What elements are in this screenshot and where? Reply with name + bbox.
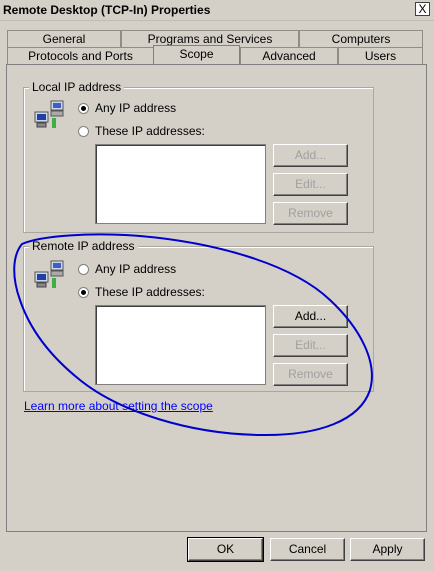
tab-label: Protocols and Ports xyxy=(28,49,133,63)
title-bar: Remote Desktop (TCP-In) Properties X xyxy=(0,0,434,21)
ok-button[interactable]: OK xyxy=(187,537,264,562)
local-ip-list[interactable] xyxy=(95,144,266,224)
tab-label: Scope xyxy=(179,47,214,61)
tab-computers[interactable]: Computers xyxy=(299,30,423,47)
remote-these-ip-option[interactable]: These IP addresses: xyxy=(78,285,205,299)
local-these-ip-label: These IP addresses: xyxy=(95,124,205,138)
local-any-ip-label: Any IP address xyxy=(95,101,177,115)
local-ip-legend: Local IP address xyxy=(29,80,125,94)
tab-label: General xyxy=(42,32,86,46)
local-any-ip-radio[interactable] xyxy=(78,102,89,114)
remote-remove-button[interactable]: Remove xyxy=(273,363,348,386)
tab-label: Computers xyxy=(331,32,391,46)
local-these-ip-option[interactable]: These IP addresses: xyxy=(78,124,205,138)
tab-users[interactable]: Users xyxy=(338,47,423,64)
remote-any-ip-label: Any IP address xyxy=(95,262,177,276)
remote-any-ip-radio[interactable] xyxy=(78,263,89,275)
remote-these-ip-radio[interactable] xyxy=(78,286,89,298)
local-remove-button[interactable]: Remove xyxy=(273,202,348,225)
network-computers-icon xyxy=(34,260,64,288)
tab-label: Programs and Services xyxy=(147,32,273,46)
close-icon: X xyxy=(418,2,427,16)
network-computers-icon xyxy=(34,100,64,128)
local-any-ip-option[interactable]: Any IP address xyxy=(78,101,176,115)
cancel-button[interactable]: Cancel xyxy=(270,538,345,561)
remote-edit-button[interactable]: Edit... xyxy=(273,334,348,357)
tab-protocols-and-ports[interactable]: Protocols and Ports xyxy=(7,47,154,64)
tab-label: Users xyxy=(364,49,397,63)
local-these-ip-radio[interactable] xyxy=(78,125,89,137)
remote-any-ip-option[interactable]: Any IP address xyxy=(78,262,176,276)
local-edit-button[interactable]: Edit... xyxy=(273,173,348,196)
tab-general[interactable]: General xyxy=(7,30,121,47)
remote-add-button[interactable]: Add... xyxy=(273,305,348,328)
remote-ip-legend: Remote IP address xyxy=(29,239,138,253)
apply-button[interactable]: Apply xyxy=(350,538,425,561)
window-title: Remote Desktop (TCP-In) Properties xyxy=(3,3,211,17)
remote-ip-list[interactable] xyxy=(95,305,266,385)
tab-label: Advanced xyxy=(262,49,316,63)
tab-advanced[interactable]: Advanced xyxy=(240,47,338,64)
remote-these-ip-label: These IP addresses: xyxy=(95,285,205,299)
close-button[interactable]: X xyxy=(415,2,430,16)
local-add-button[interactable]: Add... xyxy=(273,144,348,167)
tab-scope[interactable]: Scope xyxy=(153,45,240,64)
learn-more-link[interactable]: Learn more about setting the scope xyxy=(24,399,213,413)
